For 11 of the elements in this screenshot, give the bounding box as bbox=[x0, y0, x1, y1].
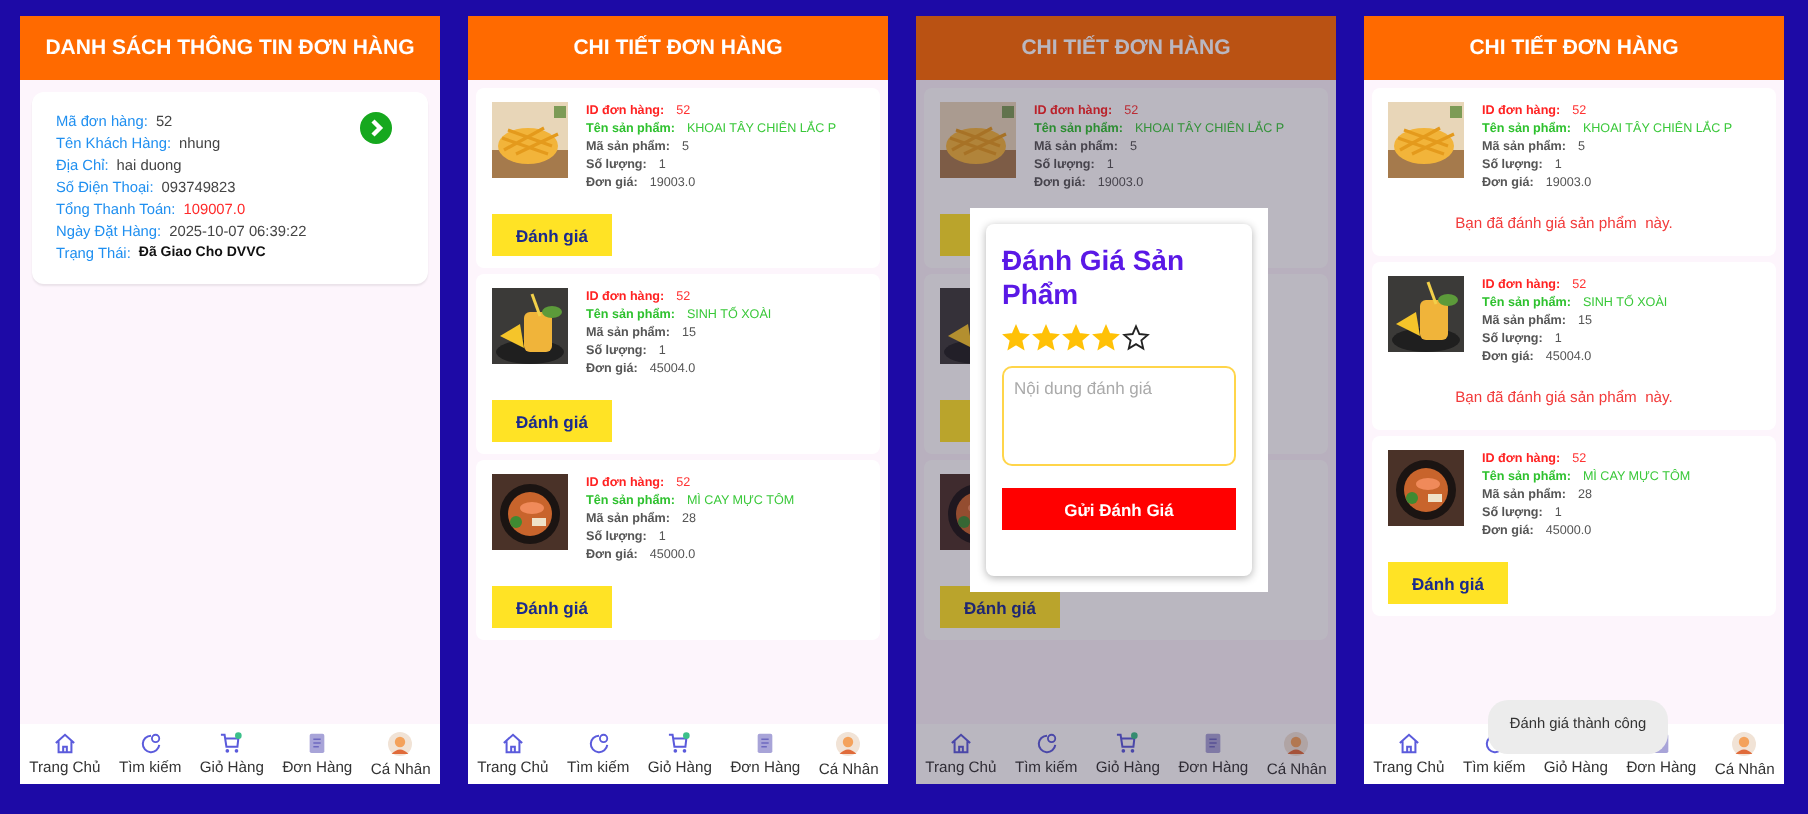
dialog-title: Đánh Giá Sản Phẩm bbox=[1002, 244, 1187, 312]
rate-button[interactable]: Đánh giá bbox=[1388, 562, 1508, 604]
screen-title: CHI TIẾT ĐƠN HÀNG bbox=[1364, 16, 1784, 80]
rate-button[interactable]: Đánh giá bbox=[492, 214, 612, 256]
screen-title: CHI TIẾT ĐƠN HÀNG bbox=[468, 16, 888, 80]
rate-button[interactable]: Đánh giá bbox=[492, 400, 612, 442]
screen-title: CHI TIẾT ĐƠN HÀNG bbox=[916, 16, 1336, 80]
rate-button[interactable]: Đánh giá bbox=[492, 586, 612, 628]
submit-button[interactable]: Gửi Đánh Giá bbox=[1002, 488, 1236, 530]
review-field[interactable]: Nội dung đánh giá bbox=[1002, 366, 1236, 466]
screen-title: DANH SÁCH THÔNG TIN ĐƠN HÀNG bbox=[20, 16, 440, 80]
